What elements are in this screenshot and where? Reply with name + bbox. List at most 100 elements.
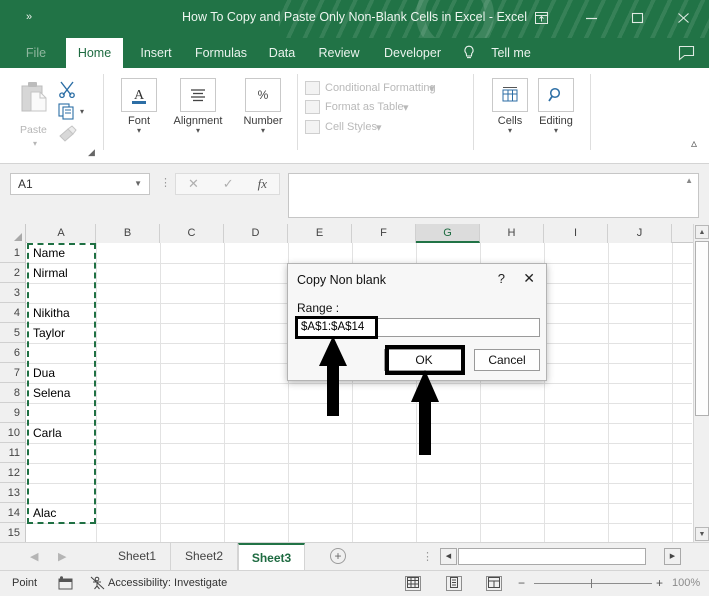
cancel-x-icon[interactable]: ✕ xyxy=(188,176,199,192)
vertical-scrollbar[interactable]: ▲ ▼ xyxy=(693,224,709,542)
copy-icon[interactable] xyxy=(58,103,76,125)
row-header-7[interactable]: 7 xyxy=(0,363,26,383)
dialog-launcher-icon[interactable]: ◢ xyxy=(88,147,95,158)
page-layout-view-icon[interactable] xyxy=(446,576,462,591)
editing-group-button[interactable]: Editing ▾ xyxy=(527,78,585,135)
row-header-3[interactable]: 3 xyxy=(0,283,26,303)
comment-icon[interactable] xyxy=(678,45,695,66)
column-header-h[interactable]: H xyxy=(480,224,544,243)
cell-A7[interactable]: Dua xyxy=(29,363,95,383)
tab-insert[interactable]: Insert xyxy=(131,38,181,68)
next-sheet-arrow[interactable]: ▶ xyxy=(58,550,66,563)
row-header-13[interactable]: 13 xyxy=(0,483,26,503)
formula-input[interactable]: ▲ xyxy=(288,173,699,218)
cancel-button[interactable]: Cancel xyxy=(474,349,540,371)
column-header-j[interactable]: J xyxy=(608,224,672,243)
cell-A14[interactable]: Alac xyxy=(29,503,95,523)
cell-A1[interactable]: Name xyxy=(29,243,95,263)
conditional-formatting-label[interactable]: Conditional Formatting xyxy=(325,82,436,94)
column-header-f[interactable]: F xyxy=(352,224,416,243)
zoom-in-icon[interactable]: + xyxy=(656,576,663,590)
prev-sheet-arrow[interactable]: ◀ xyxy=(30,550,38,563)
row-header-4[interactable]: 4 xyxy=(0,303,26,323)
row-header-10[interactable]: 10 xyxy=(0,423,26,443)
row-header-2[interactable]: 2 xyxy=(0,263,26,283)
lightbulb-icon[interactable] xyxy=(462,45,476,66)
column-header-e[interactable]: E xyxy=(288,224,352,243)
enter-check-icon[interactable]: ✓ xyxy=(223,176,234,192)
close-icon[interactable] xyxy=(670,8,696,30)
name-box[interactable]: A1 ▼ xyxy=(10,173,150,195)
column-header-d[interactable]: D xyxy=(224,224,288,243)
cell-A10[interactable]: Carla xyxy=(29,423,95,443)
row-header-8[interactable]: 8 xyxy=(0,383,26,403)
font-chevron-down-icon[interactable]: ▾ xyxy=(112,127,166,135)
conditional-formatting-chevron-icon[interactable]: ▾ xyxy=(429,82,435,95)
select-all-corner[interactable] xyxy=(0,224,26,243)
ribbon-display-options-icon[interactable] xyxy=(528,8,554,30)
cell-A5[interactable]: Taylor xyxy=(29,323,95,343)
sheet-tab-sheet3[interactable]: Sheet3 xyxy=(238,543,305,570)
row-header-15[interactable]: 15 xyxy=(0,523,26,543)
expand-formula-bar-icon[interactable]: ▲ xyxy=(685,176,693,185)
alignment-group-button[interactable]: Alignment ▾ xyxy=(166,78,230,135)
zoom-level-label[interactable]: 100% xyxy=(672,577,700,589)
chevron-down-icon[interactable]: ▼ xyxy=(134,179,142,188)
format-painter-icon[interactable] xyxy=(58,125,77,147)
tab-home[interactable]: Home xyxy=(66,38,123,68)
accessibility-icon[interactable] xyxy=(90,576,105,595)
sheet-tab-sheet2[interactable]: Sheet2 xyxy=(171,543,238,570)
question-mark-icon[interactable]: ? xyxy=(498,271,505,286)
minimize-icon[interactable] xyxy=(578,8,604,30)
number-chevron-down-icon[interactable]: ▾ xyxy=(234,127,292,135)
scissors-icon[interactable] xyxy=(58,80,76,103)
tab-formulas[interactable]: Formulas xyxy=(188,38,254,68)
h-scroll-right-arrow[interactable]: ▶ xyxy=(664,548,681,565)
tab-review[interactable]: Review xyxy=(310,38,368,68)
sheet-tab-sheet1[interactable]: Sheet1 xyxy=(104,543,171,570)
cell-styles-chevron-icon[interactable]: ▾ xyxy=(376,121,382,134)
zoom-slider-handle[interactable] xyxy=(591,579,592,588)
horizontal-scrollbar-thumb[interactable] xyxy=(458,548,646,565)
collapse-ribbon-icon[interactable]: ▵ xyxy=(691,136,697,150)
font-group-button[interactable]: A Font ▾ xyxy=(112,78,166,135)
paste-button[interactable] xyxy=(18,80,54,125)
column-header-b[interactable]: B xyxy=(96,224,160,243)
column-header-g[interactable]: G xyxy=(416,224,480,243)
column-header-i[interactable]: I xyxy=(544,224,608,243)
scroll-up-arrow[interactable]: ▲ xyxy=(695,225,709,239)
tell-me-label[interactable]: Tell me xyxy=(484,38,538,68)
paste-chevron-down-icon[interactable]: ▾ xyxy=(33,139,37,148)
row-header-12[interactable]: 12 xyxy=(0,463,26,483)
column-header-a[interactable]: A xyxy=(27,224,96,243)
zoom-slider[interactable] xyxy=(534,583,652,584)
tab-developer[interactable]: Developer xyxy=(376,38,449,68)
scroll-down-arrow[interactable]: ▼ xyxy=(695,527,709,541)
cell-A8[interactable]: Selena xyxy=(29,383,95,403)
row-header-1[interactable]: 1 xyxy=(0,243,26,263)
number-group-button[interactable]: % Number ▾ xyxy=(234,78,292,135)
cell-styles-label[interactable]: Cell Styles xyxy=(325,121,377,133)
h-scroll-left-arrow[interactable]: ◀ xyxy=(440,548,457,565)
cell-A4[interactable]: Nikitha xyxy=(29,303,95,323)
editing-chevron-down-icon[interactable]: ▾ xyxy=(527,127,585,135)
add-sheet-plus-icon[interactable]: + xyxy=(330,548,346,564)
copy-chevron-down-icon[interactable]: ▾ xyxy=(80,107,84,116)
maximize-icon[interactable] xyxy=(624,8,650,30)
fx-icon[interactable]: fx xyxy=(258,176,267,192)
zoom-out-icon[interactable]: − xyxy=(518,576,525,590)
record-macro-icon[interactable] xyxy=(58,576,73,595)
vertical-scrollbar-thumb[interactable] xyxy=(695,241,709,416)
normal-view-icon[interactable] xyxy=(405,576,421,591)
accessibility-status-text[interactable]: Accessibility: Investigate xyxy=(108,577,227,589)
tab-data[interactable]: Data xyxy=(261,38,303,68)
tab-file[interactable]: File xyxy=(16,38,56,68)
dialog-close-icon[interactable]: ✕ xyxy=(523,270,535,287)
format-as-table-chevron-icon[interactable]: ▾ xyxy=(403,101,409,114)
row-header-9[interactable]: 9 xyxy=(0,403,26,423)
alignment-chevron-down-icon[interactable]: ▾ xyxy=(166,127,230,135)
row-header-11[interactable]: 11 xyxy=(0,443,26,463)
format-as-table-label[interactable]: Format as Table xyxy=(325,101,404,113)
row-header-6[interactable]: 6 xyxy=(0,343,26,363)
cell-A2[interactable]: Nirmal xyxy=(29,263,95,283)
